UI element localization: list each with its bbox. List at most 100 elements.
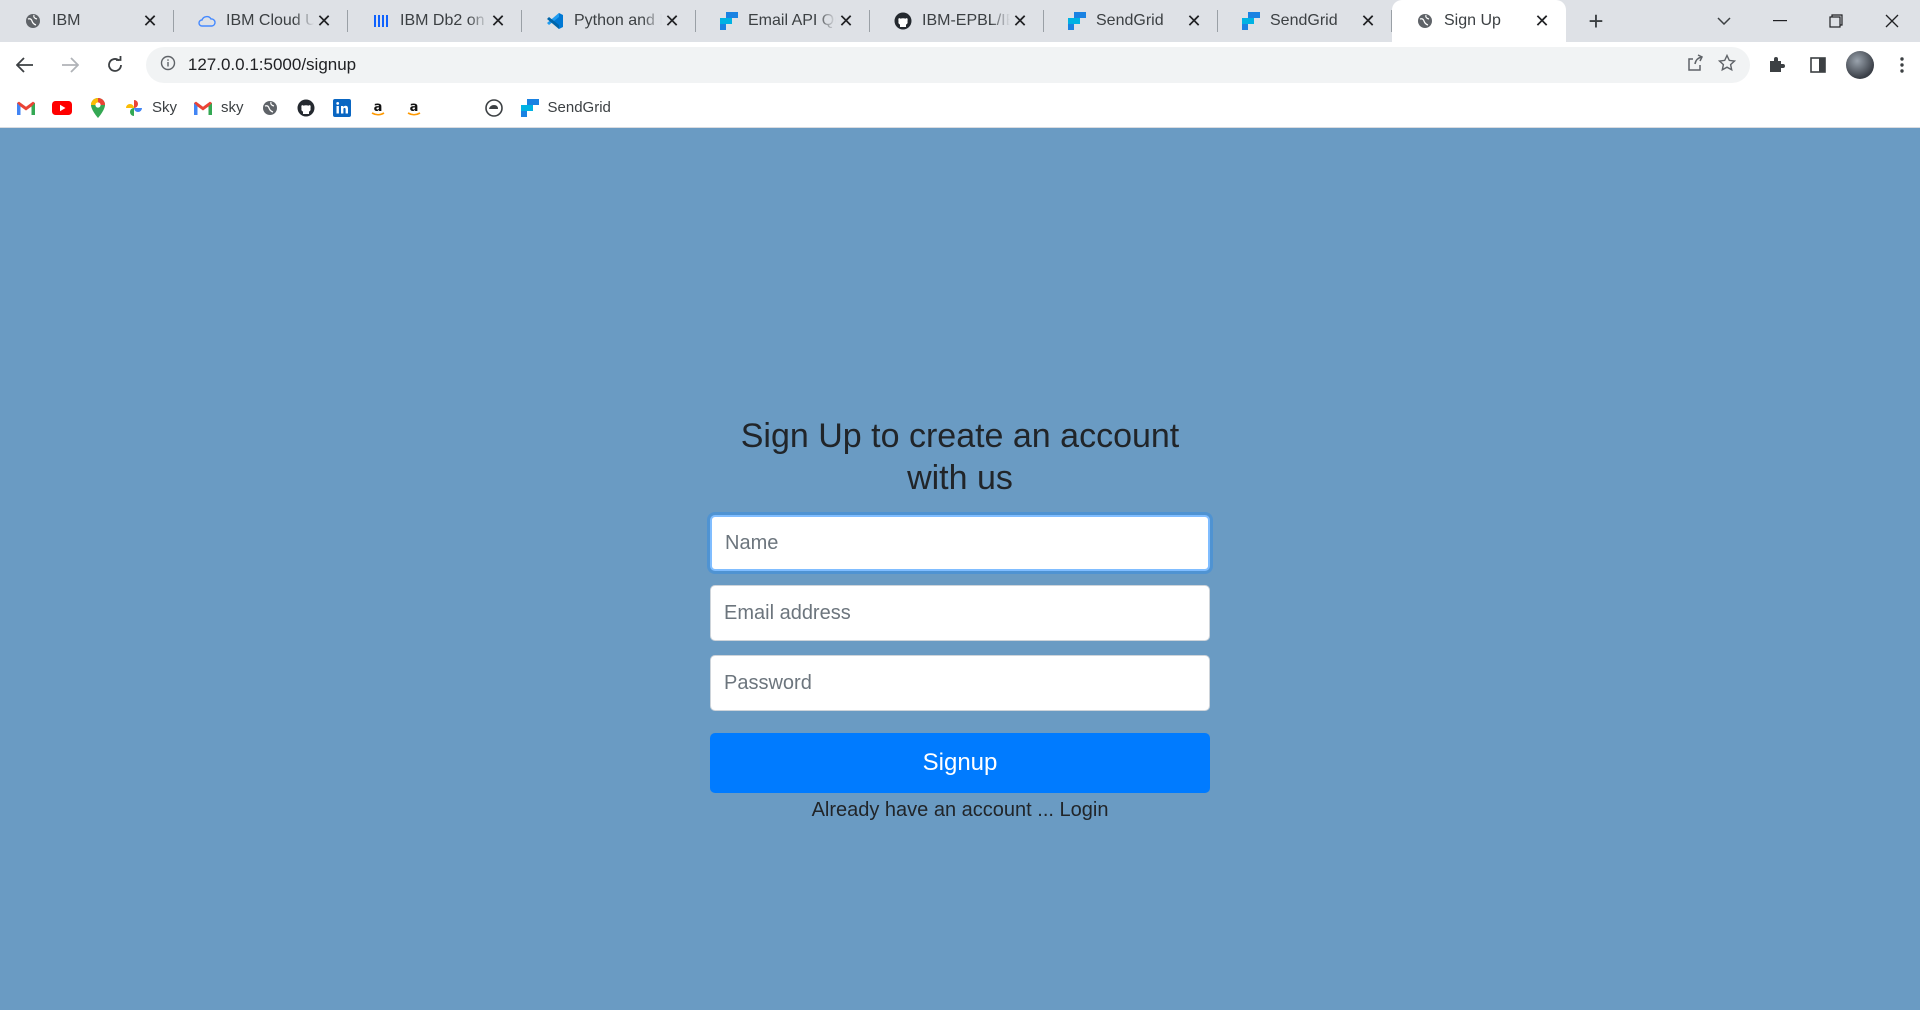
bookmark-sendgrid[interactable]: SendGrid: [520, 94, 611, 122]
bookmark-star-icon[interactable]: [1717, 53, 1737, 77]
bookmark-label: Sky: [152, 99, 178, 116]
address-bar[interactable]: 127.0.0.1:5000/signup: [145, 47, 1750, 83]
tab-github[interactable]: IBM-EPBL/IBM-Project ✕: [870, 0, 1044, 42]
github-icon: [894, 12, 912, 30]
close-window-button[interactable]: [1864, 0, 1920, 42]
arrow-right-icon: [61, 57, 79, 73]
pinwheel-icon: [124, 98, 144, 118]
extensions-button[interactable]: [1758, 47, 1794, 83]
bookmark-youtube[interactable]: [52, 94, 72, 122]
kebab-menu-icon: [1900, 57, 1904, 73]
window-controls: [1696, 0, 1920, 42]
login-link[interactable]: Login: [1060, 799, 1109, 821]
db2-icon: [372, 12, 390, 30]
globe-icon: [260, 98, 280, 118]
info-icon[interactable]: [160, 55, 176, 76]
gmail-icon: [16, 98, 36, 118]
tab-title: Python and Flask: [574, 12, 662, 29]
sendgrid-icon: [1068, 12, 1086, 30]
close-icon[interactable]: ✕: [836, 11, 856, 31]
menu-button[interactable]: [1884, 47, 1920, 83]
page-content: Sign Up to create an account with us Sig…: [0, 129, 1920, 1010]
plus-icon: +: [1588, 5, 1604, 36]
bookmark-linkedin[interactable]: [332, 94, 352, 122]
close-icon: [1885, 14, 1899, 28]
signup-form: Sign Up to create an account with us Sig…: [710, 415, 1210, 822]
globe-icon: [24, 12, 42, 30]
linkedin-icon: [332, 98, 352, 118]
tab-email-api[interactable]: Email API Quickstart ✕: [696, 0, 870, 42]
youtube-icon: [52, 98, 72, 118]
tab-title: IBM: [52, 12, 81, 29]
minimize-button[interactable]: [1752, 0, 1808, 42]
url-text[interactable]: 127.0.0.1:5000/signup: [188, 55, 1686, 75]
cloud-icon: [198, 12, 216, 30]
arrow-left-icon: [16, 57, 34, 73]
bookmark-amazon-1[interactable]: a: [368, 94, 388, 122]
close-icon[interactable]: ✕: [488, 11, 508, 31]
side-panel-icon: [1810, 57, 1826, 73]
globe-icon: [1416, 12, 1434, 30]
bookmark-sky-mail[interactable]: sky: [193, 94, 244, 122]
share-icon[interactable]: [1686, 53, 1704, 77]
maps-icon: [88, 97, 108, 118]
close-icon[interactable]: ✕: [1358, 11, 1378, 31]
bookmark-label: sky: [221, 99, 244, 116]
restore-button[interactable]: [1808, 0, 1864, 42]
close-icon[interactable]: ✕: [140, 11, 160, 31]
signup-button[interactable]: Signup: [710, 733, 1210, 793]
tab-title: SendGrid: [1270, 12, 1338, 29]
tab-sign-up[interactable]: Sign Up ✕: [1392, 0, 1566, 42]
close-icon[interactable]: ✕: [314, 11, 334, 31]
tab-sendgrid-2[interactable]: SendGrid ✕: [1218, 0, 1392, 42]
tab-search-button[interactable]: [1696, 0, 1752, 42]
chevron-down-icon: [1717, 17, 1731, 25]
tab-title: IBM Db2 on Cloud: [400, 12, 488, 29]
close-icon[interactable]: ✕: [662, 11, 682, 31]
forward-button[interactable]: [51, 45, 90, 85]
gmail-icon: [193, 98, 213, 118]
sendgrid-icon: [520, 98, 540, 118]
tab-title: SendGrid: [1096, 12, 1164, 29]
github-icon: [296, 98, 316, 118]
bookmark-github[interactable]: [296, 94, 316, 122]
svg-text:a: a: [409, 100, 418, 115]
bookmark-sky-photos[interactable]: Sky: [124, 94, 177, 122]
avatar: [1845, 51, 1874, 79]
amazon-icon: a: [404, 98, 424, 118]
bookmark-amazon-2[interactable]: a: [404, 94, 424, 122]
side-panel-button[interactable]: [1800, 47, 1836, 83]
close-icon[interactable]: ✕: [1010, 11, 1030, 31]
vscode-icon: [546, 12, 564, 30]
amazon-icon: a: [368, 98, 388, 118]
docker-icon: [484, 98, 504, 118]
bookmark-docker[interactable]: [484, 94, 504, 122]
name-input[interactable]: [710, 515, 1210, 571]
tab-ibm[interactable]: IBM ✕: [0, 0, 174, 42]
close-icon[interactable]: ✕: [1184, 11, 1204, 31]
sendgrid-icon: [1242, 12, 1260, 30]
tab-title: IBM Cloud Usage: [226, 12, 314, 29]
back-button[interactable]: [6, 45, 45, 85]
tab-title: IBM-EPBL/IBM-Project: [922, 12, 1010, 29]
puzzle-icon: [1769, 57, 1785, 72]
bookmark-gmail[interactable]: [16, 94, 36, 122]
bookmarks-bar: Sky sky a a SendGrid: [0, 88, 1920, 128]
tab-title: Email API Quickstart: [748, 12, 836, 29]
bookmark-label: SendGrid: [547, 99, 611, 116]
bookmark-globe[interactable]: [260, 94, 280, 122]
tab-ibm-db2[interactable]: IBM Db2 on Cloud ✕: [348, 0, 522, 42]
tab-sendgrid-1[interactable]: SendGrid ✕: [1044, 0, 1218, 42]
reload-button[interactable]: [95, 45, 134, 85]
close-icon[interactable]: ✕: [1532, 11, 1552, 31]
minimize-icon: [1773, 20, 1787, 22]
bookmark-maps[interactable]: [88, 94, 108, 122]
email-input[interactable]: [710, 585, 1210, 641]
tab-ibm-cloud[interactable]: IBM Cloud Usage ✕: [174, 0, 348, 42]
tab-python-flask[interactable]: Python and Flask ✕: [522, 0, 696, 42]
password-input[interactable]: [710, 655, 1210, 711]
page-title: Sign Up to create an account with us: [740, 417, 1180, 497]
new-tab-button[interactable]: +: [1576, 0, 1616, 42]
profile-button[interactable]: [1842, 47, 1878, 83]
tab-strip: IBM ✕ IBM Cloud Usage ✕ IBM Db2 on Cloud…: [0, 0, 1920, 42]
